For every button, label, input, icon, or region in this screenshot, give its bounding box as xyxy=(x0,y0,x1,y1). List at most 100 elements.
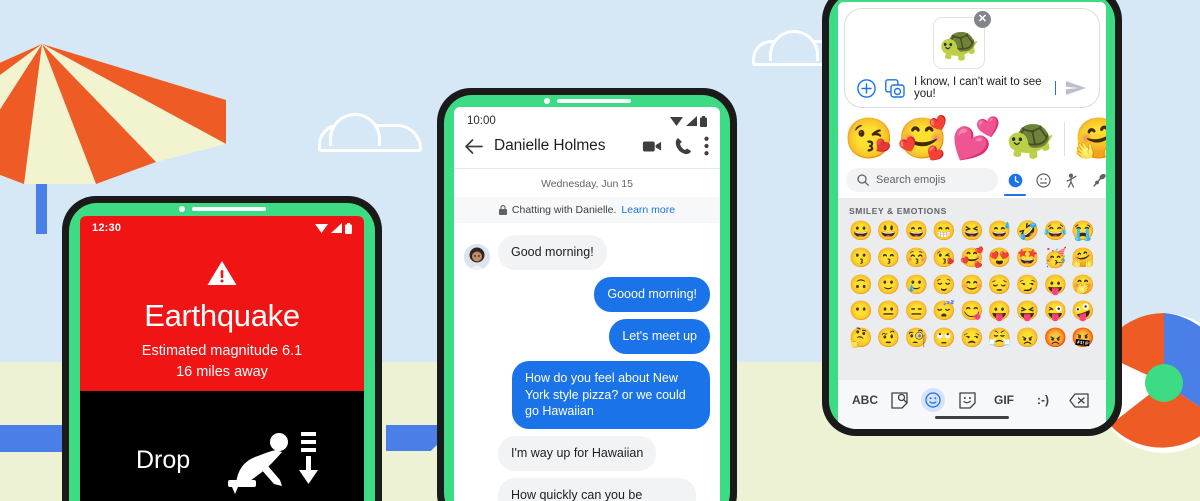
emoji-cell[interactable]: 😏 xyxy=(1014,274,1042,298)
emoji-cell[interactable]: 🙂 xyxy=(875,274,903,298)
emoji-cell[interactable]: 😴 xyxy=(930,300,958,324)
emoji-search-row: Search emojis xyxy=(838,164,1106,198)
message-input[interactable]: I know, I can't wait to see you! xyxy=(914,76,1056,100)
emoji-cell[interactable]: 🤔 xyxy=(847,327,875,351)
emoji-cell[interactable]: 😜 xyxy=(1041,300,1069,324)
emoji-cell[interactable]: 😛 xyxy=(986,300,1014,324)
plant-icon xyxy=(1092,173,1106,187)
emoji-cell[interactable]: 😔 xyxy=(986,274,1014,298)
emoji-cell[interactable]: 😅 xyxy=(986,220,1014,244)
message-row: I'm way up for Hawaiian xyxy=(464,436,710,472)
abc-key[interactable]: ABC xyxy=(852,388,878,412)
sticker-search-key[interactable] xyxy=(887,388,911,412)
emoji-cell[interactable]: 🥳 xyxy=(1041,247,1069,271)
emoji-cell[interactable]: 😘 xyxy=(930,247,958,271)
speaker-slot-icon xyxy=(556,99,631,103)
gallery-camera-icon[interactable] xyxy=(885,78,905,98)
message-bubble[interactable]: Good morning! xyxy=(498,235,607,270)
emoji-cell[interactable]: 🤭 xyxy=(1069,274,1097,298)
more-vert-icon[interactable] xyxy=(704,136,709,156)
emoji-cell[interactable]: 😒 xyxy=(958,327,986,351)
emoji-cell[interactable]: 🥰 xyxy=(958,247,986,271)
avatar xyxy=(464,243,490,270)
message-input-value: I know, I can't wait to see you! xyxy=(914,76,1042,100)
video-call-icon[interactable] xyxy=(642,136,662,156)
emoji-grid-panel: SMILEY & EMOTIONS 😀 😃 😄 😁 😆 😅 🤣 😂 😭 😗 😙 xyxy=(838,198,1106,380)
emoji-cell[interactable]: 🙃 xyxy=(847,274,875,298)
emoji-cell[interactable]: 🧐 xyxy=(903,327,931,351)
gif-key[interactable]: GIF xyxy=(989,388,1019,412)
close-icon[interactable]: ✕ xyxy=(974,11,991,28)
people-tab[interactable] xyxy=(1062,171,1080,189)
status-time: 12:30 xyxy=(92,222,122,234)
emoji-cell[interactable]: 😑 xyxy=(903,300,931,324)
send-icon[interactable] xyxy=(1065,80,1087,96)
backspace-icon xyxy=(1069,392,1089,408)
sticker-suggestion[interactable]: 💕 xyxy=(952,119,1002,159)
recent-tab[interactable] xyxy=(1004,171,1026,196)
emoji-cell[interactable]: 😠 xyxy=(1014,327,1042,351)
message-bubble[interactable]: I'm way up for Hawaiian xyxy=(498,436,657,472)
emoji-cell[interactable]: 😊 xyxy=(958,274,986,298)
text-caret xyxy=(1054,81,1056,95)
emoji-cell[interactable]: 🥲 xyxy=(903,274,931,298)
emoji-cell[interactable]: 😛 xyxy=(1041,274,1069,298)
emoji-cell[interactable]: 🤨 xyxy=(875,327,903,351)
turtle-sticker-attachment[interactable]: 🐢 ✕ xyxy=(933,11,991,69)
emoji-cell[interactable]: 😡 xyxy=(1041,327,1069,351)
emoji-cell[interactable]: 😃 xyxy=(875,220,903,244)
status-icons xyxy=(315,222,352,234)
emoji-cell[interactable]: 😙 xyxy=(875,247,903,271)
sticker-suggestion[interactable]: 🤗 xyxy=(1074,119,1106,159)
emoji-cell[interactable]: 😌 xyxy=(930,274,958,298)
emoji-cell[interactable]: 😚 xyxy=(903,247,931,271)
emoji-cell[interactable]: 😝 xyxy=(1014,300,1042,324)
sticker-suggestion[interactable]: 😘 xyxy=(844,119,894,159)
phone-notch xyxy=(444,98,730,104)
emoji-cell[interactable]: 😂 xyxy=(1041,220,1069,244)
avatar-spacer xyxy=(464,445,490,471)
emoji-cell[interactable]: 🤪 xyxy=(1069,300,1097,324)
emoji-cell[interactable]: 🤣 xyxy=(1014,220,1042,244)
message-bubble[interactable]: How do you feel about New York style piz… xyxy=(512,360,710,430)
backspace-key[interactable] xyxy=(1067,388,1091,412)
learn-more-link[interactable]: Learn more xyxy=(621,204,675,216)
emoji-cell[interactable]: 😀 xyxy=(847,220,875,244)
emoticon-key[interactable]: :-) xyxy=(1029,388,1057,412)
emoji-cell[interactable]: 😐 xyxy=(875,300,903,324)
emoji-cell[interactable]: 😭 xyxy=(1069,220,1097,244)
emoji-cell[interactable]: 😆 xyxy=(958,220,986,244)
emoji-cell[interactable]: 😁 xyxy=(930,220,958,244)
message-bubble[interactable]: How quickly can you be ready? xyxy=(498,478,696,501)
camera-dot-icon xyxy=(543,98,550,104)
nature-tab[interactable] xyxy=(1090,171,1106,189)
smileys-tab[interactable] xyxy=(1034,171,1052,189)
emoji-cell[interactable]: 🤬 xyxy=(1069,327,1097,351)
search-emojis-input[interactable]: Search emojis xyxy=(846,168,998,192)
search-placeholder: Search emojis xyxy=(876,174,946,186)
contact-name[interactable]: Danielle Holmes xyxy=(494,137,631,155)
emoji-cell[interactable]: 🤗 xyxy=(1069,247,1097,271)
sticker-key[interactable] xyxy=(955,388,979,412)
add-circle-icon[interactable] xyxy=(857,78,876,98)
date-divider: Wednesday, Jun 15 xyxy=(541,178,633,190)
emoji-cell[interactable]: 😤 xyxy=(986,327,1014,351)
sticker-suggestion[interactable]: 🥰 xyxy=(898,119,948,159)
phone-call-icon[interactable] xyxy=(673,136,693,156)
sticker-suggestion[interactable]: 🐢 xyxy=(1005,119,1055,159)
emoji-cell[interactable]: 🤩 xyxy=(1014,247,1042,271)
emoji-cell[interactable]: 😋 xyxy=(958,300,986,324)
emoji-cell[interactable]: 😄 xyxy=(903,220,931,244)
alert-distance: 16 miles away xyxy=(176,363,268,380)
emoji-cell[interactable]: 😍 xyxy=(986,247,1014,271)
emoji-key[interactable] xyxy=(921,388,945,412)
back-arrow-icon[interactable] xyxy=(465,138,483,154)
emoji-cell[interactable]: 😶 xyxy=(847,300,875,324)
message-bubble[interactable]: Goood morning! xyxy=(594,276,710,312)
emoji-cell[interactable]: 😗 xyxy=(847,247,875,271)
emoji-cell[interactable]: 🙄 xyxy=(930,327,958,351)
phone-bezel-green: 🐢 ✕ I know, I can't wait to see you! 😘 🥰… xyxy=(829,0,1115,429)
message-bubble[interactable]: Let's meet up xyxy=(609,318,710,354)
person-waving-icon xyxy=(1066,173,1077,188)
phone-bezel-green: 10:00 Danielle Holmes Wednesday, Jun 15 … xyxy=(444,95,730,501)
